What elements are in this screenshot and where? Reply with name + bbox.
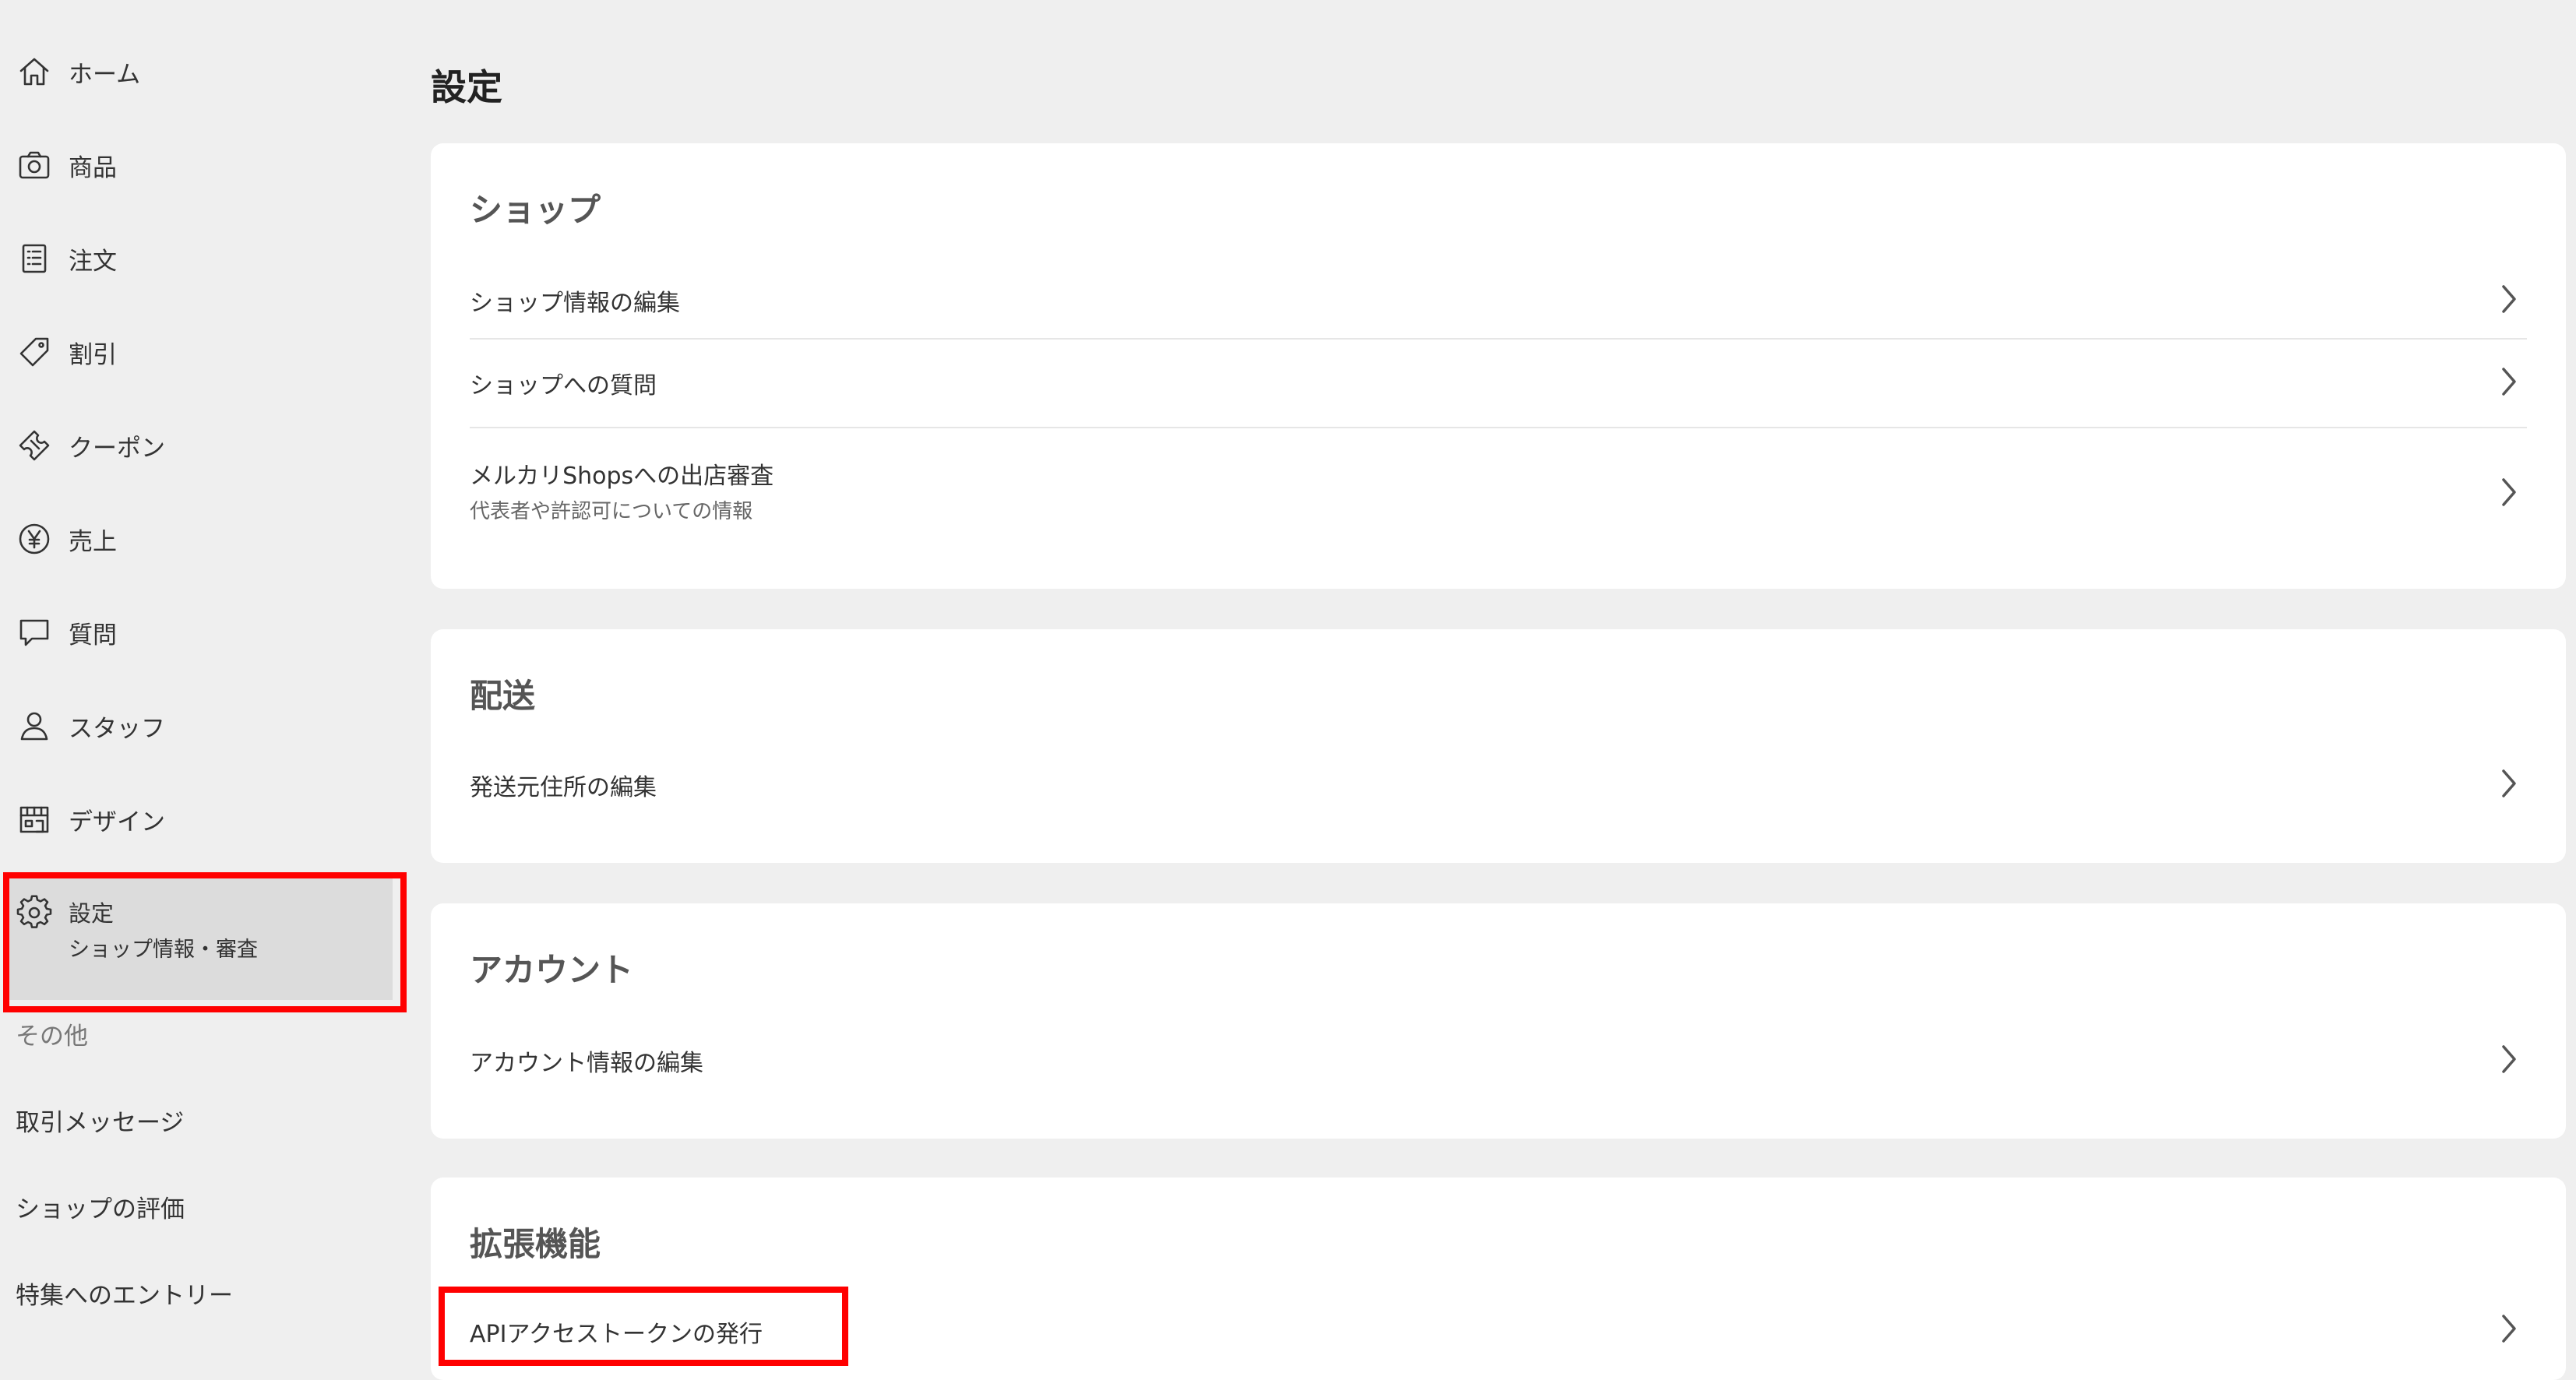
row-shop-questions[interactable]: ショップへの質問 [470, 346, 2527, 417]
chevron-right-icon [2497, 475, 2521, 509]
sidebar-item-discounts[interactable]: 割引 [16, 327, 389, 377]
person-icon [16, 707, 53, 745]
sidebar-item-coupons[interactable]: クーポン [16, 421, 389, 470]
sidebar-item-label: スタッフ [69, 714, 165, 743]
sidebar-item-orders[interactable]: 注文 [16, 234, 389, 283]
chat-icon [16, 614, 53, 651]
gear-icon [16, 894, 53, 931]
link-feature-entry[interactable]: 特集へのエントリー [16, 1276, 233, 1311]
sidebar-item-label: ホーム [69, 60, 141, 89]
sidebar-item-products[interactable]: 商品 [16, 140, 389, 190]
sidebar-item-settings[interactable]: 設定 ショップ情報・審査 [6, 875, 393, 1000]
section-card-shop: ショップ ショップ情報の編集 ショップへの質問 メルカリShopsへの出店審査 … [431, 143, 2566, 589]
chevron-right-icon [2497, 1042, 2521, 1076]
section-title: アカウント [470, 951, 634, 989]
chevron-right-icon [2497, 282, 2521, 316]
sidebar: ホーム 商品 注文 割引 クーポン 売上 質問 スタッフ デザイン 設定 ショッ… [0, 0, 407, 1363]
row-edit-shop-info[interactable]: ショップ情報の編集 [470, 268, 2527, 330]
section-card-account: アカウント アカウント情報の編集 [431, 903, 2566, 1139]
settings-sublabel: ショップ情報・審査 [69, 938, 258, 962]
tag-icon [16, 333, 53, 371]
sidebar-item-label: クーポン [69, 434, 165, 463]
section-title: 配送 [470, 677, 536, 715]
sidebar-item-label: 商品 [69, 153, 117, 182]
yen-icon [16, 520, 53, 558]
chevron-right-icon [2497, 766, 2521, 801]
sidebar-item-label: 割引 [69, 340, 117, 369]
row-edit-ship-from-address[interactable]: 発送元住所の編集 [470, 746, 2527, 824]
sidebar-item-design[interactable]: デザイン [16, 794, 389, 844]
sidebar-item-home[interactable]: ホーム [16, 47, 389, 97]
divider [470, 427, 2527, 428]
camera-icon [16, 146, 53, 184]
link-transaction-messages[interactable]: 取引メッセージ [16, 1103, 184, 1138]
row-edit-account-info[interactable]: アカウント情報の編集 [470, 1020, 2527, 1098]
sidebar-item-label: デザイン [69, 808, 165, 836]
chevron-right-icon [2497, 1311, 2521, 1346]
sidebar-item-staff[interactable]: スタッフ [16, 701, 389, 751]
row-label: APIアクセストークンの発行 [470, 1321, 763, 1348]
row-store-review[interactable]: メルカリShopsへの出店審査 代表者や許認可についての情報 [470, 435, 2527, 536]
ticket-icon [16, 427, 53, 464]
sidebar-item-sales[interactable]: 売上 [16, 514, 389, 564]
other-section-heading: その他 [16, 1023, 88, 1051]
chevron-right-icon [2497, 364, 2521, 399]
page-title: 設定 [431, 66, 502, 108]
home-icon [16, 53, 53, 90]
row-label: ショップへの質問 [470, 372, 657, 400]
section-card-extensions: 拡張機能 APIアクセストークンの発行 [431, 1178, 2566, 1380]
sidebar-item-label: 質問 [69, 621, 117, 650]
sidebar-item-label: 売上 [69, 527, 117, 556]
row-label: 発送元住所の編集 [470, 774, 657, 801]
row-label: メルカリShopsへの出店審査 [470, 463, 774, 490]
order-list-icon [16, 240, 53, 277]
row-sublabel: 代表者や許認可についての情報 [470, 500, 753, 523]
sidebar-item-questions[interactable]: 質問 [16, 607, 389, 657]
section-title: 拡張機能 [470, 1225, 601, 1263]
section-card-shipping: 配送 発送元住所の編集 [431, 629, 2566, 863]
row-label: ショップ情報の編集 [470, 290, 680, 317]
sidebar-item-label: 注文 [69, 247, 117, 276]
settings-label: 設定 [69, 900, 115, 927]
row-label: アカウント情報の編集 [470, 1050, 703, 1077]
storefront-icon [16, 801, 53, 838]
link-shop-reviews[interactable]: ショップの評価 [16, 1189, 185, 1224]
section-title: ショップ [470, 191, 601, 229]
row-issue-api-access-token[interactable]: APIアクセストークンの発行 [470, 1294, 2527, 1364]
divider [470, 338, 2527, 340]
